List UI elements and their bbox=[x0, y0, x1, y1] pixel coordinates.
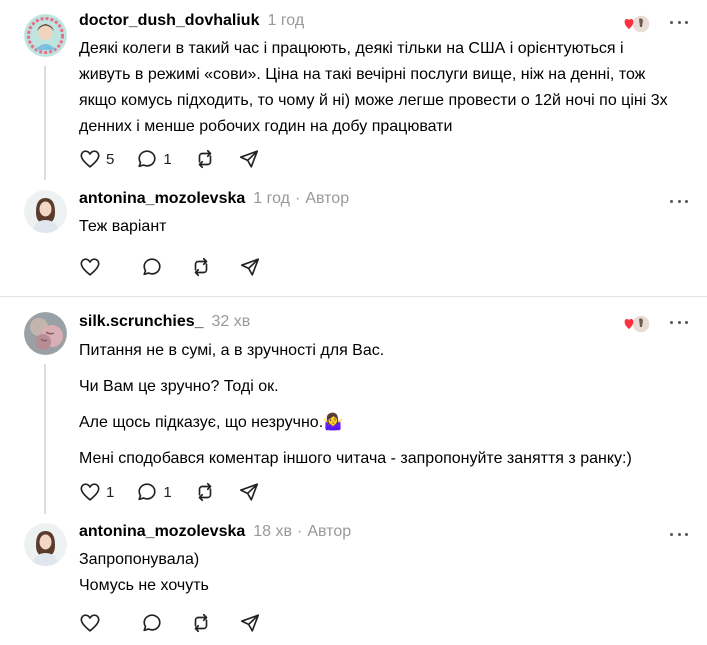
avatar-silk-image bbox=[24, 312, 67, 355]
comment-icon bbox=[143, 614, 161, 632]
like-button[interactable]: 5 bbox=[79, 148, 114, 170]
like-button[interactable] bbox=[79, 612, 101, 634]
repost-button[interactable] bbox=[190, 612, 212, 634]
like-button[interactable] bbox=[79, 256, 101, 278]
comment-paragraph: Але щось підказує, що незручно.🤷‍♀️ bbox=[79, 414, 344, 431]
liked-by-author-badge[interactable] bbox=[622, 13, 652, 35]
username[interactable]: doctor_dush_dovhaliuk bbox=[79, 12, 259, 30]
avatar[interactable] bbox=[24, 190, 67, 233]
share-button[interactable] bbox=[238, 148, 260, 170]
repost-icon bbox=[198, 149, 212, 169]
avatar-doctor-image bbox=[24, 14, 67, 57]
repost-icon bbox=[194, 257, 208, 277]
avatar-antonina-image bbox=[24, 190, 67, 233]
like-count: 5 bbox=[106, 150, 115, 168]
heart-icon bbox=[80, 614, 100, 632]
more-icon bbox=[670, 532, 673, 536]
avatar[interactable] bbox=[24, 523, 67, 566]
share-button[interactable] bbox=[239, 612, 261, 634]
comment-text: Запропонувала) Чомусь не хочуть bbox=[79, 547, 679, 599]
comment-actions: 5 1 bbox=[79, 148, 282, 170]
reply-button[interactable]: 1 bbox=[136, 148, 172, 170]
comment-paragraph: Теж варіант bbox=[79, 218, 167, 235]
reply-button[interactable]: 1 bbox=[136, 481, 172, 503]
more-options-button[interactable] bbox=[670, 17, 688, 27]
comment-actions: 1 1 bbox=[79, 481, 282, 503]
author-tag: Автор bbox=[305, 190, 350, 207]
separator-dot: · bbox=[297, 523, 303, 540]
comment-icon bbox=[138, 483, 156, 501]
more-options-button[interactable] bbox=[670, 317, 688, 327]
comment-header: doctor_dush_dovhaliuk 1 год bbox=[79, 12, 304, 30]
like-count: 1 bbox=[106, 483, 115, 501]
comment-paragraph: Деякі колеги в такий час і працюють, дея… bbox=[79, 40, 668, 135]
username[interactable]: silk.scrunchies_ bbox=[79, 313, 204, 331]
repost-button[interactable] bbox=[194, 148, 216, 170]
avatar[interactable] bbox=[24, 312, 67, 355]
comment-header: silk.scrunchies_ 32 хв bbox=[79, 313, 250, 331]
comment-text: Деякі колеги в такий час і працюють, дея… bbox=[79, 36, 679, 140]
timestamp[interactable]: 32 хв bbox=[212, 313, 251, 331]
share-button[interactable] bbox=[239, 256, 261, 278]
reply-button[interactable] bbox=[141, 612, 163, 634]
reply-count: 1 bbox=[163, 150, 172, 168]
comment-paragraph: Мені сподобався коментар іншого читача -… bbox=[79, 450, 632, 467]
author-tag: Автор bbox=[307, 523, 352, 540]
comment-actions bbox=[79, 612, 283, 634]
more-icon bbox=[670, 199, 673, 203]
comment-icon bbox=[138, 150, 156, 168]
like-button[interactable]: 1 bbox=[79, 481, 114, 503]
comment-paragraph: Чи Вам це зручно? Тоді ок. bbox=[79, 378, 279, 395]
repost-icon bbox=[198, 482, 212, 502]
thread-line bbox=[44, 66, 46, 180]
comment-text: Теж варіант bbox=[79, 214, 679, 240]
avatar-antonina-image bbox=[24, 523, 67, 566]
avatar[interactable] bbox=[24, 14, 67, 57]
username[interactable]: antonina_mozolevska bbox=[79, 190, 245, 208]
repost-button[interactable] bbox=[194, 481, 216, 503]
comment-header: antonina_mozolevska 1 год · Автор bbox=[79, 190, 349, 208]
more-options-button[interactable] bbox=[670, 196, 688, 206]
username[interactable]: antonina_mozolevska bbox=[79, 523, 245, 541]
thread-divider bbox=[0, 296, 707, 297]
send-icon bbox=[239, 483, 258, 501]
heart-icon bbox=[80, 150, 100, 168]
heart-icon bbox=[624, 14, 651, 34]
send-icon bbox=[240, 258, 260, 276]
reply-button[interactable] bbox=[141, 256, 163, 278]
comment-text: Питання не в сумі, а в зручності для Вас… bbox=[79, 338, 679, 472]
share-button[interactable] bbox=[238, 481, 260, 503]
more-icon bbox=[670, 20, 673, 24]
comment-paragraph: Питання не в сумі, а в зручності для Вас… bbox=[79, 342, 385, 359]
timestamp[interactable]: 1 год bbox=[253, 190, 290, 208]
timestamp[interactable]: 1 год bbox=[267, 12, 304, 30]
liked-by-author-badge[interactable] bbox=[622, 313, 652, 335]
heart-icon bbox=[624, 314, 651, 334]
timestamp[interactable]: 18 хв bbox=[253, 523, 292, 541]
more-icon bbox=[670, 320, 673, 324]
heart-icon bbox=[80, 483, 100, 501]
comment-paragraph: Запропонувала) Чомусь не хочуть bbox=[79, 551, 209, 594]
comment-actions bbox=[79, 256, 283, 278]
more-options-button[interactable] bbox=[670, 529, 688, 539]
comment-header: antonina_mozolevska 18 хв · Автор bbox=[79, 523, 351, 541]
send-icon bbox=[239, 150, 258, 168]
comment-icon bbox=[143, 258, 161, 276]
thread-line bbox=[44, 364, 46, 514]
separator-dot: · bbox=[295, 190, 301, 207]
reply-count: 1 bbox=[163, 483, 172, 501]
repost-button[interactable] bbox=[190, 256, 212, 278]
send-icon bbox=[240, 614, 260, 632]
repost-icon bbox=[194, 613, 208, 633]
heart-icon bbox=[80, 258, 100, 276]
